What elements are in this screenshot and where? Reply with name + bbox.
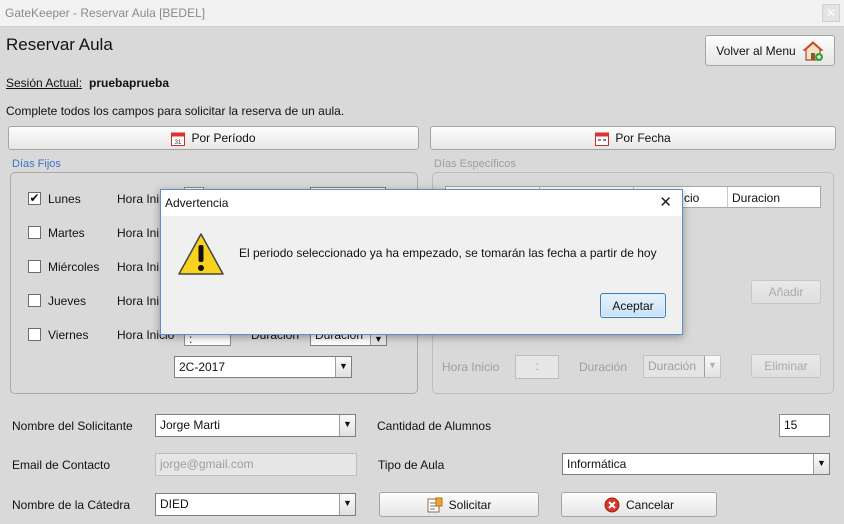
day-label-viernes: Viernes <box>48 328 89 342</box>
back-to-menu-button[interactable]: Volver al Menu <box>705 35 835 66</box>
checkbox-martes[interactable] <box>28 226 41 239</box>
session-label: Sesión Actual: <box>6 76 83 90</box>
svg-text:31: 31 <box>175 140 182 146</box>
by-date-label: Por Fecha <box>615 131 671 145</box>
day-label-miercoles: Miércoles <box>48 260 100 274</box>
period-select[interactable]: 2C-2017 ▼ <box>174 356 352 378</box>
submit-button[interactable]: Solicitar <box>379 492 539 517</box>
chevron-down-icon: ▼ <box>339 415 355 436</box>
by-date-button[interactable]: Por Fecha <box>430 126 836 150</box>
hora-label-martes: Hora Ini <box>117 226 160 240</box>
course-label: Nombre de la Cátedra <box>12 498 131 512</box>
chevron-down-icon: ▼ <box>339 494 355 515</box>
dialog-title: Advertencia <box>165 196 229 210</box>
specific-hora-input[interactable]: : <box>515 355 559 379</box>
add-date-button[interactable]: Añadir <box>751 280 821 304</box>
cancel-label: Cancelar <box>625 497 675 512</box>
hora-label-lunes: Hora Ini <box>117 192 160 206</box>
checkbox-lunes[interactable]: ✔ <box>28 192 41 205</box>
chevron-down-icon: ▼ <box>704 356 720 377</box>
table-header-duracion: Duracion <box>732 191 781 205</box>
by-period-button[interactable]: 31 Por Período <box>8 126 419 150</box>
window-close-button[interactable]: ✕ <box>822 4 840 22</box>
window-titlebar: GateKeeper - Reservar Aula [BEDEL] ✕ <box>0 0 844 27</box>
requester-value: Jorge Marti <box>160 418 221 432</box>
email-field[interactable]: jorge@gmail.com <box>155 453 357 476</box>
room-type-value: Informática <box>567 457 627 471</box>
specific-days-legend: Días Específicos <box>434 158 516 170</box>
specific-duracion-label: Duración <box>579 360 628 374</box>
hora-label-jueves: Hora Ini <box>117 294 160 308</box>
period-select-value: 2C-2017 <box>179 360 226 374</box>
cancel-icon <box>604 497 620 512</box>
dialog-titlebar: Advertencia ✕ <box>161 190 682 216</box>
window-title: GateKeeper - Reservar Aula [BEDEL] <box>5 6 206 20</box>
specific-hora-label: Hora Inicio <box>442 360 500 374</box>
dialog-ok-button[interactable]: Aceptar <box>600 293 666 318</box>
dialog-message: El periodo seleccionado ya ha empezado, … <box>239 246 657 260</box>
chevron-down-icon: ▼ <box>813 454 829 474</box>
duracion-select-viernes[interactable]: Duracion ▼ <box>310 328 387 346</box>
room-type-select[interactable]: Informática ▼ <box>562 453 830 475</box>
students-input[interactable]: 15 <box>779 414 830 437</box>
course-value: DIED <box>160 497 189 511</box>
submit-label: Solicitar <box>448 497 492 512</box>
delete-date-button[interactable]: Eliminar <box>751 354 821 378</box>
calendar-icon <box>595 132 610 146</box>
session-user: pruebaprueba <box>89 76 170 90</box>
home-icon <box>802 40 824 61</box>
room-type-label: Tipo de Aula <box>378 458 445 472</box>
calendar-icon: 31 <box>171 132 186 146</box>
students-label: Cantidad de Alumnos <box>377 419 492 433</box>
by-period-label: Por Período <box>191 131 256 145</box>
day-label-lunes: Lunes <box>48 192 81 206</box>
requester-label: Nombre del Solicitante <box>12 419 133 433</box>
chevron-down-icon: ▼ <box>370 334 386 345</box>
checkbox-miercoles[interactable] <box>28 260 41 273</box>
chevron-down-icon: ▼ <box>335 357 351 377</box>
requester-select[interactable]: Jorge Marti ▼ <box>155 414 356 437</box>
day-label-martes: Martes <box>48 226 85 240</box>
dialog-close-icon[interactable]: ✕ <box>659 193 672 211</box>
back-to-menu-label: Volver al Menu <box>716 43 796 58</box>
warning-dialog: Advertencia ✕ El periodo seleccionado ya… <box>160 189 683 335</box>
course-select[interactable]: DIED ▼ <box>155 493 356 516</box>
email-label: Email de Contacto <box>12 458 111 472</box>
fixed-days-legend: Días Fijos <box>12 158 61 170</box>
warning-icon <box>178 233 224 275</box>
checkbox-jueves[interactable] <box>28 294 41 307</box>
submit-icon <box>427 497 443 512</box>
day-label-jueves: Jueves <box>48 294 87 308</box>
cancel-button[interactable]: Cancelar <box>561 492 717 517</box>
specific-duracion-value: Duración <box>648 359 697 373</box>
hora-input-viernes[interactable]: : <box>184 334 231 346</box>
instructions-text: Complete todos los campos para solicitar… <box>6 104 345 118</box>
table-header-hora: cio <box>684 191 700 205</box>
hora-label-miercoles: Hora Ini <box>117 260 160 274</box>
checkbox-viernes[interactable] <box>28 328 41 341</box>
specific-duracion-select[interactable]: Duración ▼ <box>643 355 721 378</box>
page-title: Reservar Aula <box>6 35 113 54</box>
